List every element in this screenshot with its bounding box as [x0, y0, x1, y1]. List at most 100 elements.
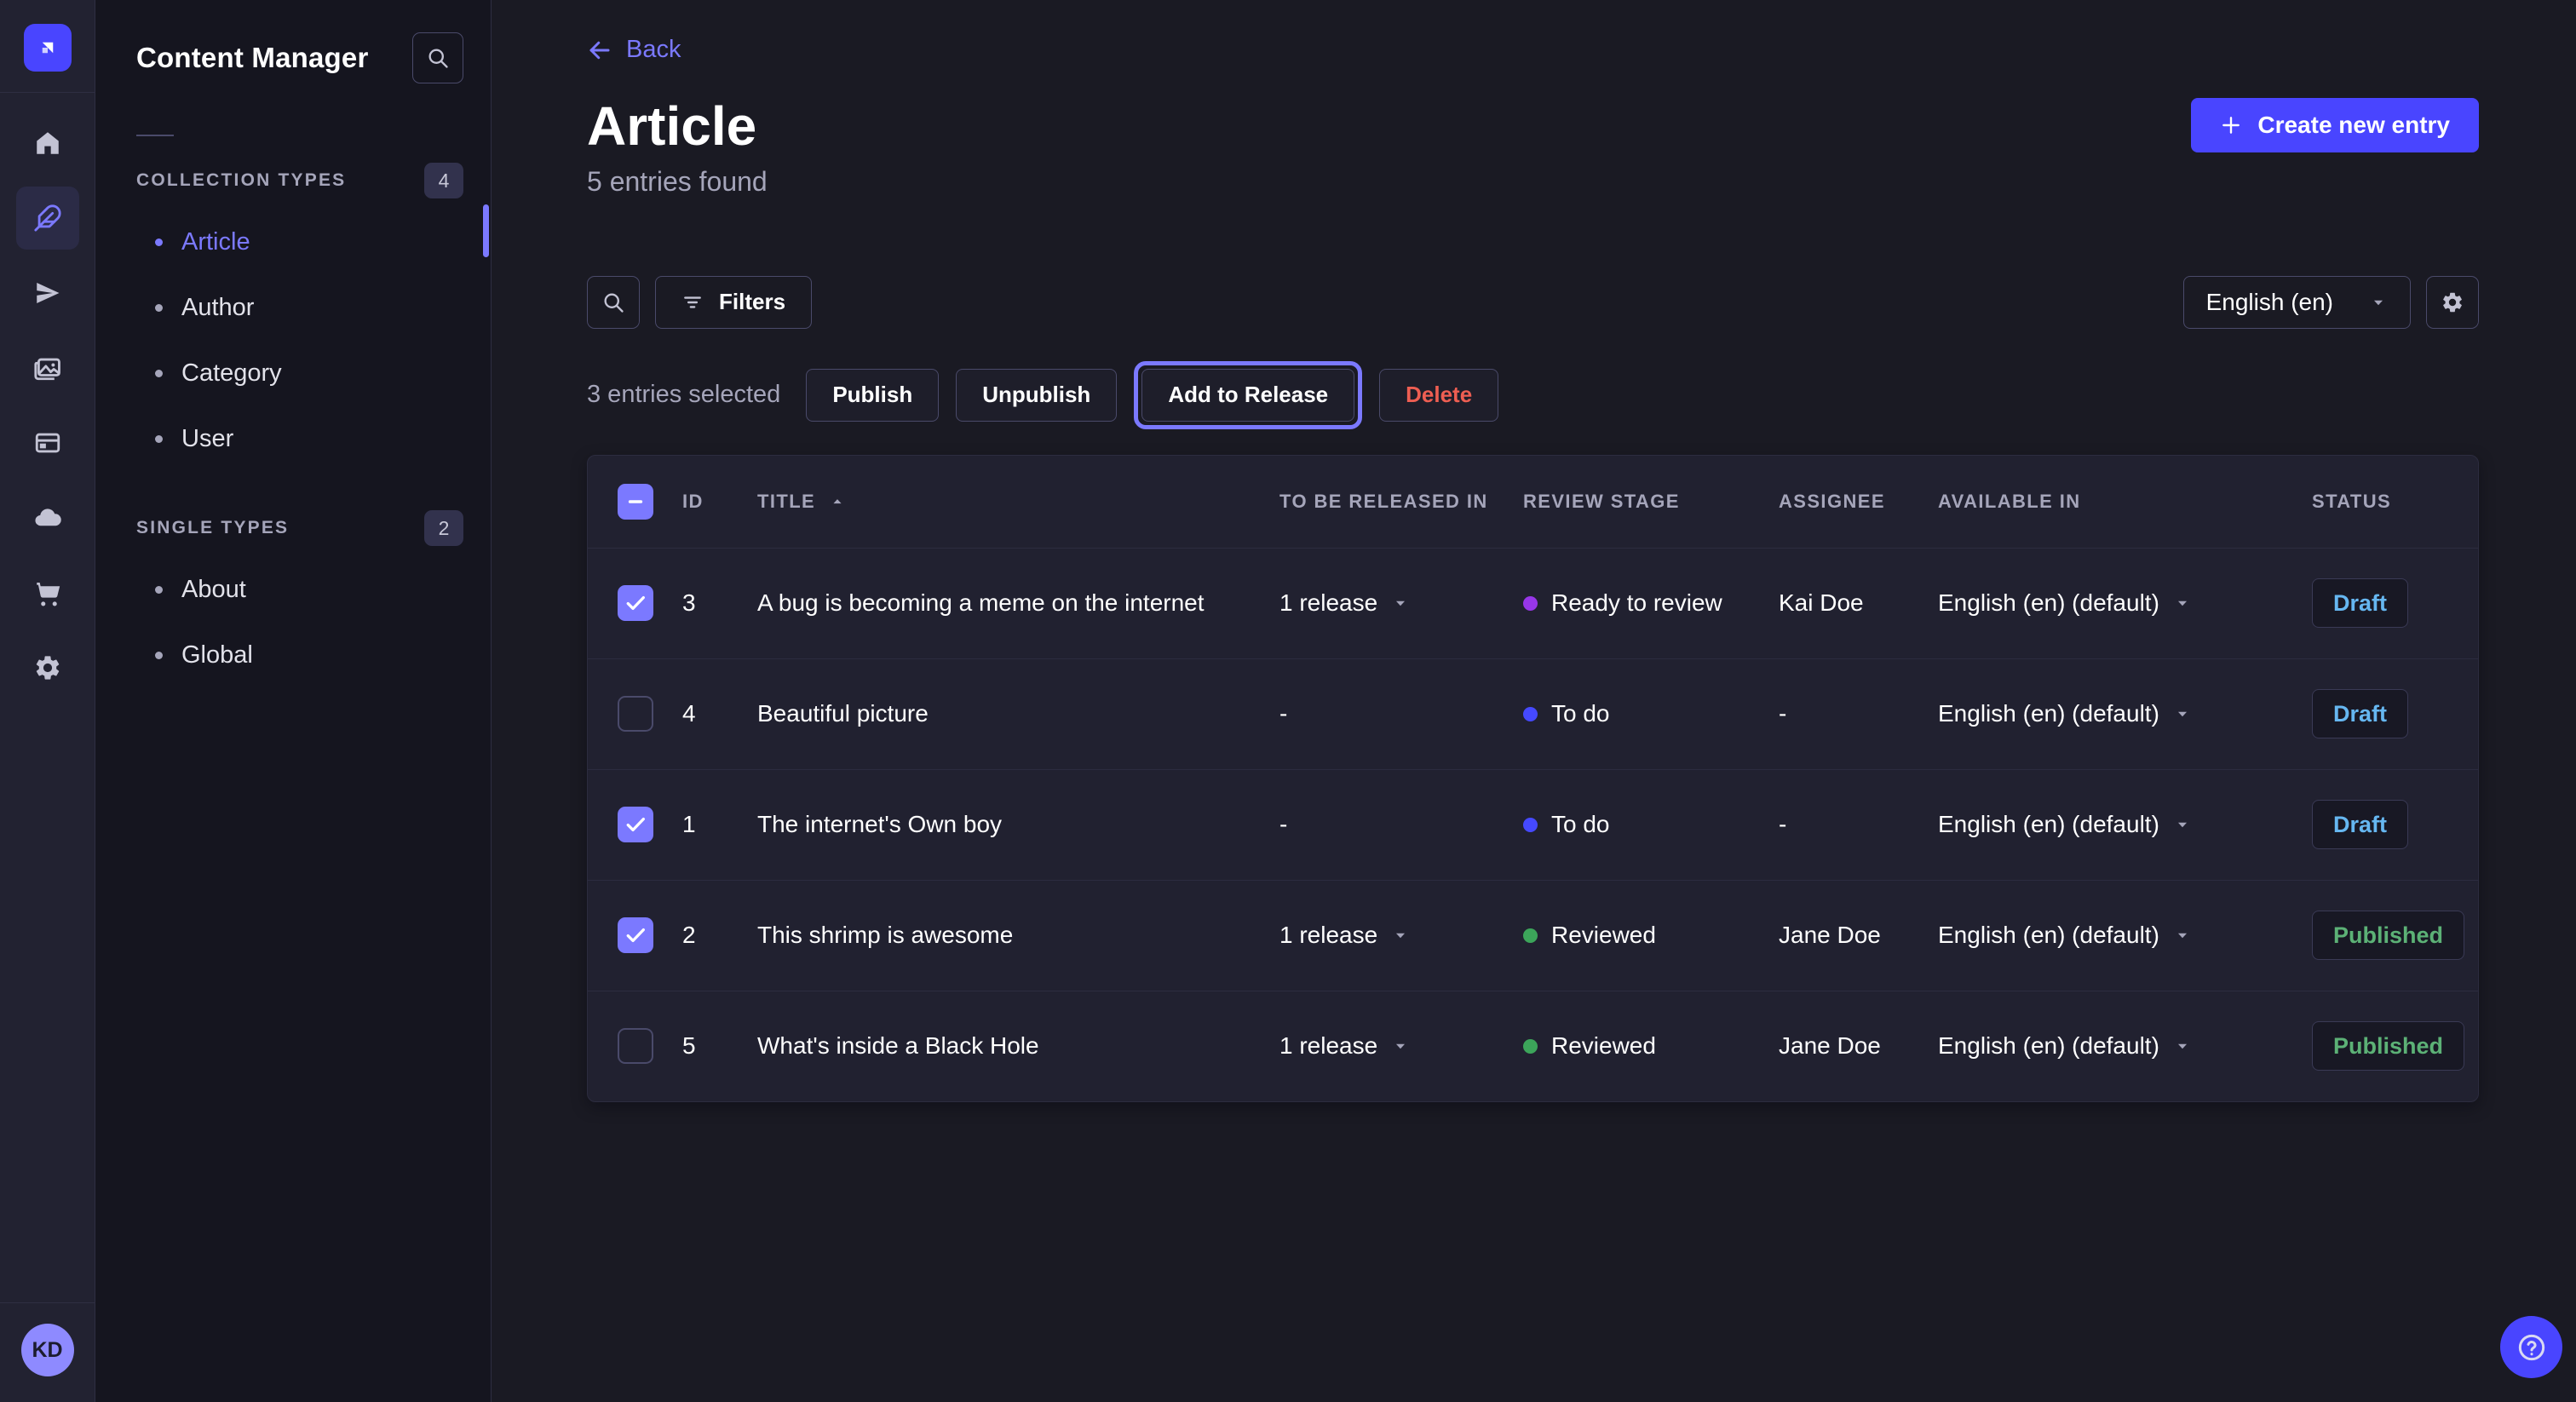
bullet-icon [155, 370, 163, 377]
rail-logo-area [0, 0, 95, 93]
subnav-search-button[interactable] [412, 32, 463, 83]
list-view: Back Article 5 entries found Create new … [492, 0, 2576, 1402]
row-locale-dropdown[interactable]: English (en) (default) [1938, 811, 2312, 838]
column-header-released-in: TO BE RELEASED IN [1279, 491, 1523, 513]
locale-select[interactable]: English (en) [2183, 276, 2411, 329]
layout-icon [33, 428, 62, 457]
rail-item-gear[interactable] [16, 636, 79, 699]
chevron-down-icon [1391, 1037, 1410, 1055]
status-badge: Draft [2312, 578, 2408, 628]
entries-table: ID TITLE TO BE RELEASED IN REVIEW STAGE … [587, 455, 2479, 1102]
status-badge: Draft [2312, 800, 2408, 849]
row-assignee: Kai Doe [1779, 589, 1938, 617]
row-checkbox[interactable] [618, 1028, 653, 1064]
bullet-icon [155, 586, 163, 594]
table-row[interactable]: 2This shrimp is awesome1 releaseReviewed… [588, 880, 2478, 991]
sidebar-item-global[interactable]: Global [95, 623, 491, 688]
table-row[interactable]: 4Beautiful picture-To do-English (en) (d… [588, 658, 2478, 769]
rail-item-media[interactable] [16, 336, 79, 399]
create-new-entry-button[interactable]: Create new entry [2191, 98, 2479, 152]
publish-button[interactable]: Publish [806, 369, 939, 422]
row-review-stage: Reviewed [1523, 922, 1779, 949]
row-review-stage: To do [1523, 700, 1779, 727]
column-header-title[interactable]: TITLE [757, 491, 1279, 513]
gear-icon [2441, 290, 2464, 314]
back-link[interactable]: Back [587, 36, 681, 64]
column-header-id: ID [682, 491, 757, 513]
section-label: SINGLE TYPES [136, 518, 289, 538]
sidebar-item-about[interactable]: About [95, 557, 491, 623]
add-to-release-button[interactable]: Add to Release [1141, 369, 1354, 422]
row-locale-dropdown[interactable]: English (en) (default) [1938, 589, 2312, 617]
help-button[interactable] [2500, 1316, 2562, 1378]
delete-button[interactable]: Delete [1379, 369, 1498, 422]
chevron-down-icon [1391, 594, 1410, 612]
row-locale-dropdown[interactable]: English (en) (default) [1938, 1032, 2312, 1060]
row-checkbox[interactable] [618, 585, 653, 621]
row-id: 3 [682, 589, 757, 617]
view-settings-button[interactable] [2426, 276, 2479, 329]
sidebar-item-category[interactable]: Category [95, 341, 491, 406]
indeterminate-dash-icon [624, 490, 647, 514]
chevron-down-icon [2173, 926, 2192, 945]
cart-icon [33, 578, 62, 607]
plus-icon [2220, 114, 2242, 136]
filter-icon [681, 291, 704, 313]
bullet-icon [155, 304, 163, 312]
sidebar-item-author[interactable]: Author [95, 275, 491, 341]
filters-button[interactable]: Filters [655, 276, 812, 329]
rail-item-send[interactable] [16, 261, 79, 325]
rail-item-feather[interactable] [16, 187, 79, 250]
row-id: 4 [682, 700, 757, 727]
rail-item-home[interactable] [16, 112, 79, 175]
row-locale-dropdown[interactable]: English (en) (default) [1938, 700, 2312, 727]
rail-item-layout[interactable] [16, 411, 79, 474]
avatar[interactable]: KD [21, 1324, 74, 1376]
row-title: The internet's Own boy [757, 811, 1279, 838]
rail-icon-list [16, 112, 79, 699]
row-assignee: Jane Doe [1779, 1032, 1938, 1060]
feather-icon [33, 204, 62, 233]
row-review-stage: Reviewed [1523, 1032, 1779, 1060]
rail-item-cloud[interactable] [16, 486, 79, 549]
status-badge: Draft [2312, 689, 2408, 738]
chevron-down-icon [2173, 815, 2192, 834]
select-all-checkbox[interactable] [618, 484, 653, 520]
rail-item-cart[interactable] [16, 561, 79, 624]
row-releases[interactable]: 1 release [1279, 589, 1523, 617]
send-icon [33, 279, 62, 307]
row-checkbox[interactable] [618, 917, 653, 953]
stage-dot-icon [1523, 818, 1538, 832]
sidebar-item-user[interactable]: User [95, 406, 491, 472]
page-title: Article [587, 98, 768, 154]
table-row[interactable]: 3A bug is becoming a meme on the interne… [588, 548, 2478, 658]
row-assignee: Jane Doe [1779, 922, 1938, 949]
sidebar-item-article[interactable]: Article [95, 210, 491, 275]
sidebar-item-label: Article [181, 228, 250, 256]
row-releases[interactable]: 1 release [1279, 1032, 1523, 1060]
table-row[interactable]: 1The internet's Own boy-To do-English (e… [588, 769, 2478, 880]
arrow-left-icon [587, 37, 612, 63]
column-header-assignee: ASSIGNEE [1779, 491, 1938, 513]
row-id: 5 [682, 1032, 757, 1060]
sidebar-item-label: User [181, 425, 233, 453]
section-label: COLLECTION TYPES [136, 170, 346, 191]
row-locale-dropdown[interactable]: English (en) (default) [1938, 922, 2312, 949]
row-checkbox[interactable] [618, 807, 653, 842]
row-assignee: - [1779, 811, 1938, 838]
table-header-row: ID TITLE TO BE RELEASED IN REVIEW STAGE … [588, 456, 2478, 548]
row-assignee: - [1779, 700, 1938, 727]
list-search-button[interactable] [587, 276, 640, 329]
add-to-release-focus-ring: Add to Release [1134, 361, 1362, 429]
table-row[interactable]: 5What's inside a Black Hole1 releaseRevi… [588, 991, 2478, 1101]
question-mark-icon [2515, 1330, 2549, 1365]
row-checkbox[interactable] [618, 696, 653, 732]
unpublish-button[interactable]: Unpublish [956, 369, 1117, 422]
content-manager-subnav: Content Manager COLLECTION TYPES 4 Artic… [95, 0, 492, 1402]
strapi-logo[interactable] [24, 24, 72, 72]
bullet-icon [155, 435, 163, 443]
row-title: What's inside a Black Hole [757, 1032, 1279, 1060]
row-review-stage: Ready to review [1523, 589, 1779, 617]
row-releases[interactable]: 1 release [1279, 922, 1523, 949]
search-icon [601, 290, 625, 314]
